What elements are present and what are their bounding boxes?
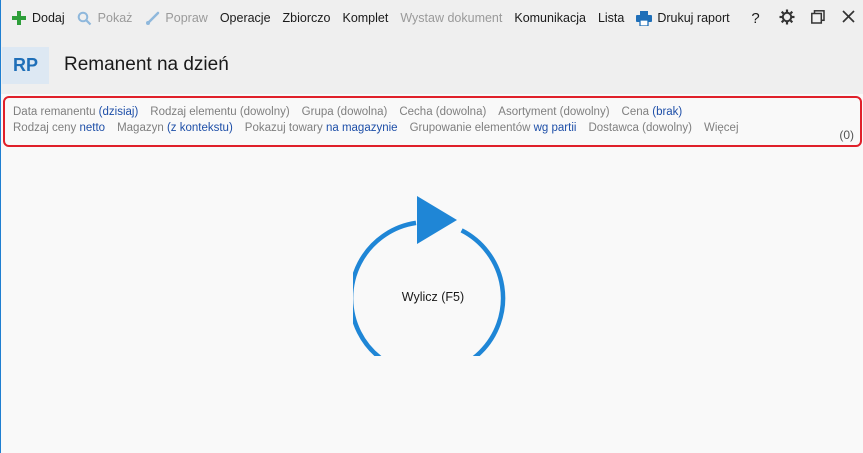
filter-value: na magazynie <box>325 122 398 134</box>
brush-icon <box>144 10 160 26</box>
show-label: Pokaż <box>97 11 133 25</box>
filter-value: (dzisiaj) <box>98 106 139 118</box>
filter-value: (dowolny) <box>642 122 692 134</box>
list-menu[interactable]: Lista <box>592 0 630 36</box>
filter-supplier[interactable]: Dostawca (dowolny) <box>588 122 692 134</box>
filter-value: (z kontekstu) <box>166 122 233 134</box>
settings-button[interactable] <box>771 0 802 36</box>
filter-label: Grupa <box>301 106 334 118</box>
refresh-label: Wylicz (F5) <box>401 290 465 304</box>
issue-document-label: Wystaw dokument <box>400 11 503 25</box>
aggregate-label: Zbiorczo <box>282 11 331 25</box>
module-badge: RP <box>2 47 49 84</box>
filter-label: Pokazuj towary <box>244 122 323 134</box>
page-title: Remanent na dzień <box>64 54 229 75</box>
page-header: RP Remanent na dzień <box>1 36 863 94</box>
help-button[interactable]: ? <box>740 0 771 36</box>
filter-price[interactable]: Cena (brak) <box>622 106 683 118</box>
filter-panel: Data remanentu (dzisiaj) Rodzaj elementu… <box>3 96 862 147</box>
toolbar: Dodaj Pokaż Popraw Operacje Zbiorczo Kom… <box>1 0 863 36</box>
restore-window-button[interactable] <box>802 0 833 36</box>
window-controls: ? <box>740 0 863 36</box>
print-report-label: Drukuj raport <box>657 11 730 25</box>
add-label: Dodaj <box>32 11 65 25</box>
aggregate-menu[interactable]: Zbiorczo <box>277 0 337 36</box>
filter-value: (brak) <box>652 106 683 118</box>
results-count: (0) <box>839 128 854 142</box>
filter-group[interactable]: Grupa (dowolna) <box>302 106 388 118</box>
restore-icon <box>810 9 825 27</box>
filter-inventory-date[interactable]: Data remanentu (dzisiaj) <box>13 106 138 118</box>
filter-price-type[interactable]: Rodzaj ceny netto <box>13 122 105 134</box>
filter-feature[interactable]: Cecha (dowolna) <box>399 106 486 118</box>
filter-value: (dowolna) <box>336 106 388 118</box>
filter-value: (dowolna) <box>435 106 487 118</box>
show-button[interactable]: Pokaż <box>71 0 139 36</box>
refresh-calculate-button[interactable] <box>353 196 513 356</box>
filter-label: Dostawca <box>588 122 639 134</box>
filter-label: Rodzaj ceny <box>13 122 77 134</box>
filter-label: Cecha <box>399 106 433 118</box>
gear-icon <box>779 9 795 28</box>
issue-document-menu[interactable]: Wystaw dokument <box>394 0 508 36</box>
filter-label: Magazyn <box>117 122 164 134</box>
operations-menu[interactable]: Operacje <box>214 0 277 36</box>
filter-value: wg partii <box>533 122 577 134</box>
print-report-button[interactable]: Drukuj raport <box>630 0 735 36</box>
list-label: Lista <box>597 11 625 25</box>
set-menu[interactable]: Komplet <box>336 0 394 36</box>
filter-element-type[interactable]: Rodzaj elementu (dowolny) <box>150 106 289 118</box>
filter-row-2: Rodzaj ceny netto Magazyn (z kontekstu) … <box>13 122 751 134</box>
help-label: ? <box>751 9 760 27</box>
filter-value: netto <box>79 122 106 134</box>
filter-value: (dowolny) <box>559 106 610 118</box>
edit-button[interactable]: Popraw <box>138 0 213 36</box>
edit-label: Popraw <box>165 11 208 25</box>
filter-show-goods[interactable]: Pokazuj towary na magazynie <box>245 122 398 134</box>
close-icon <box>842 10 855 26</box>
filter-label: Asortyment <box>498 106 557 118</box>
filter-label: Rodzaj elementu <box>150 106 237 118</box>
filter-value: (dowolny) <box>239 106 290 118</box>
plus-icon <box>11 10 27 26</box>
filter-label: Grupowanie elementów <box>409 122 531 134</box>
filter-row-1: Data remanentu (dzisiaj) Rodzaj elementu… <box>13 106 694 118</box>
add-button[interactable]: Dodaj <box>1 0 71 36</box>
operations-label: Operacje <box>219 11 271 25</box>
search-icon <box>77 10 93 26</box>
filter-label: Cena <box>621 106 650 118</box>
filter-label: Więcej <box>704 122 739 134</box>
printer-icon <box>636 10 653 26</box>
play-arrow-icon <box>417 196 457 244</box>
filter-label: Data remanentu <box>13 106 96 118</box>
filter-assortment[interactable]: Asortyment (dowolny) <box>498 106 609 118</box>
filter-grouping[interactable]: Grupowanie elementów wg partii <box>410 122 577 134</box>
communication-label: Komunikacja <box>514 11 586 25</box>
set-label: Komplet <box>342 11 389 25</box>
filter-more[interactable]: Więcej <box>704 122 739 134</box>
close-button[interactable] <box>833 0 863 36</box>
communication-menu[interactable]: Komunikacja <box>508 0 592 36</box>
filter-warehouse[interactable]: Magazyn (z kontekstu) <box>117 122 233 134</box>
